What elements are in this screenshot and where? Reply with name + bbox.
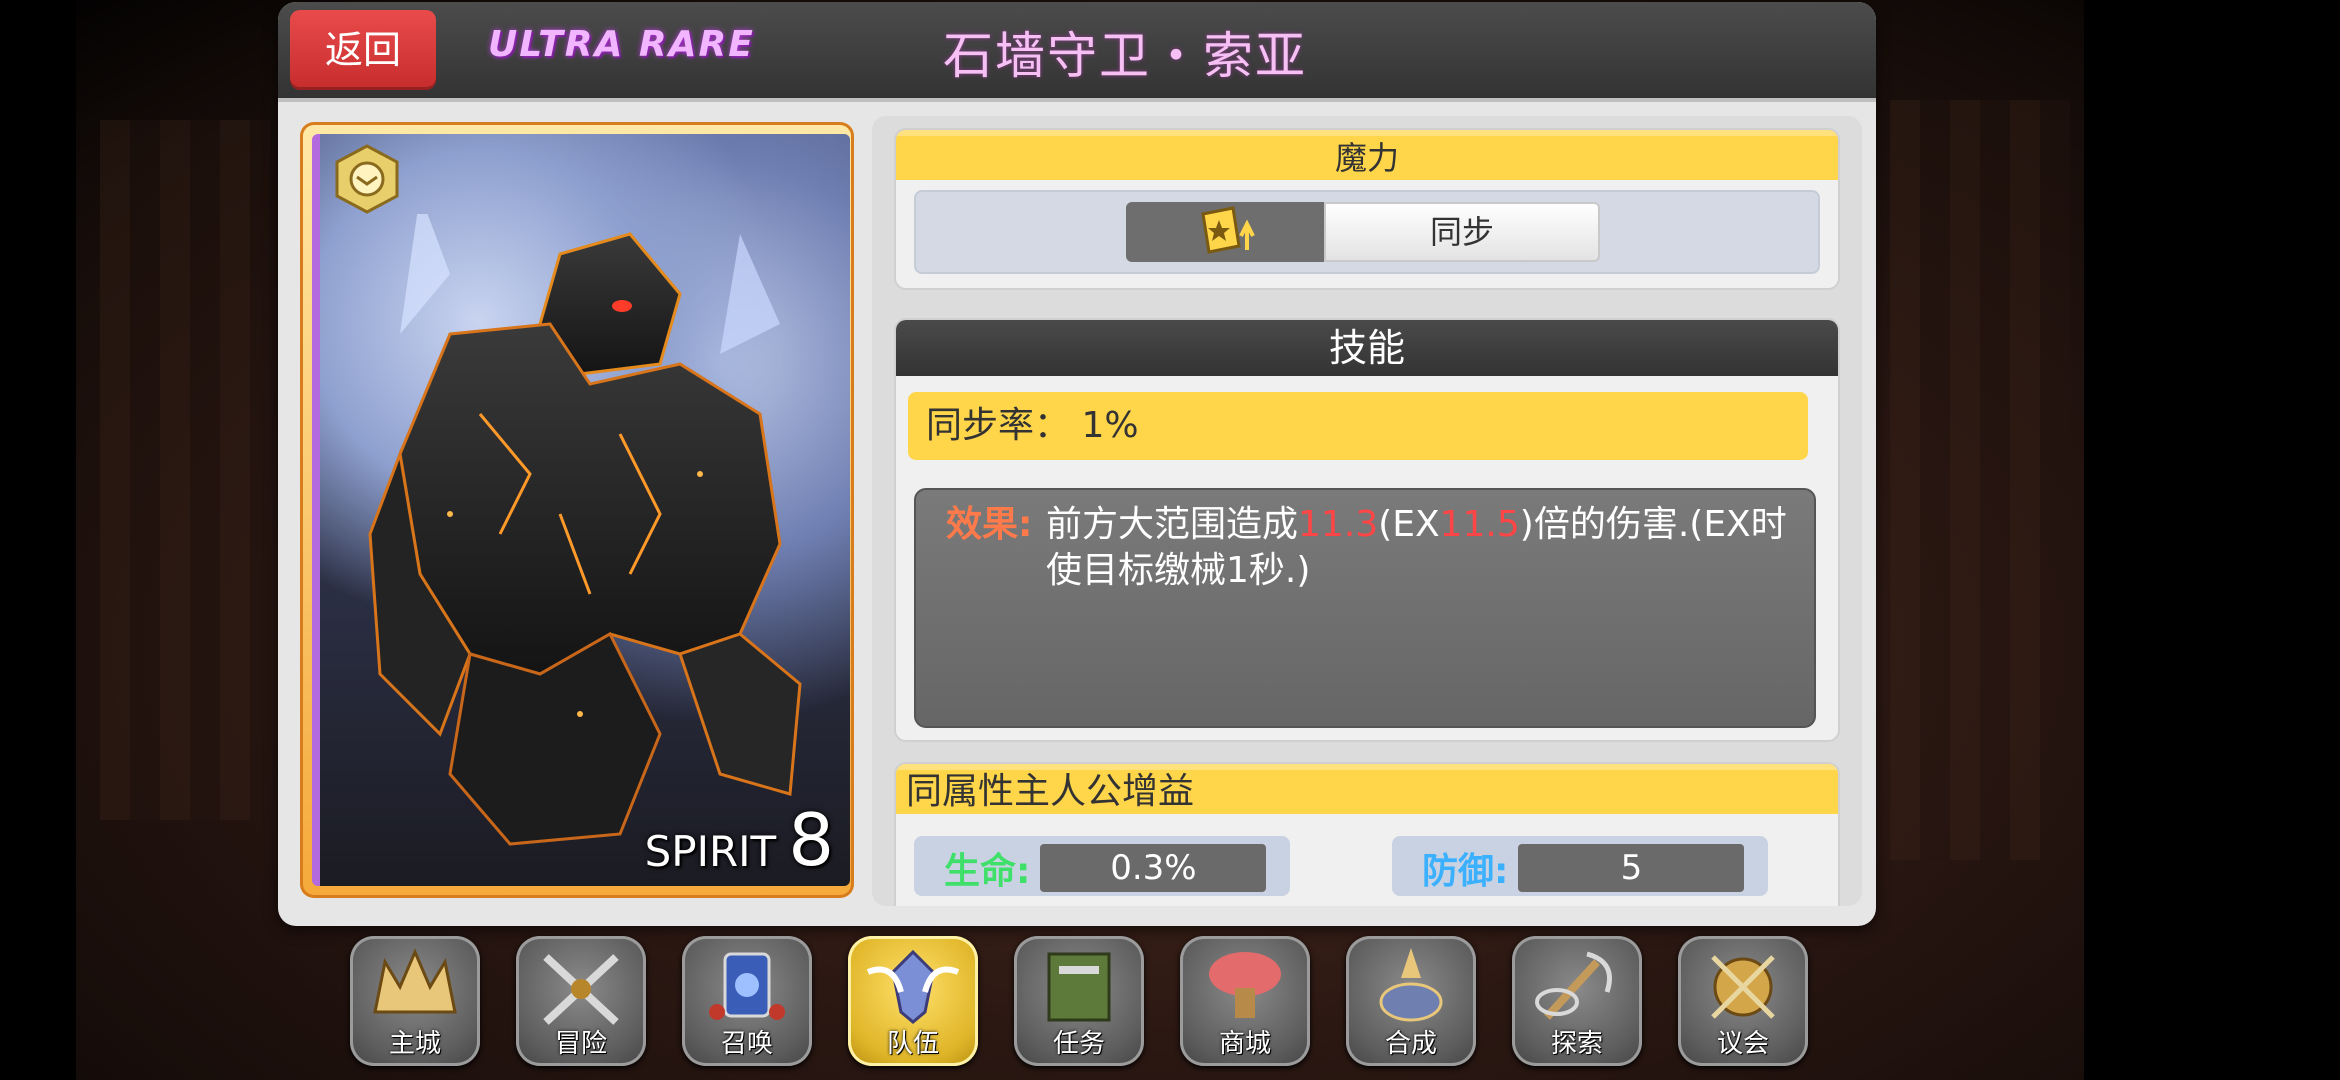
star-up-toggle[interactable] [1126,202,1324,262]
star-up-icon [1201,206,1255,254]
nav-item-craft[interactable]: 合成 [1346,936,1476,1066]
effect-text-part: 前方大范围造成 [1046,504,1299,545]
background-shelf [1890,100,2070,860]
nav-item-quest[interactable]: 任务 [1014,936,1144,1066]
nav-label: 合成 [1384,1029,1437,1059]
nav-item-main-city[interactable]: 主城 [350,936,480,1066]
nav-item-explore[interactable]: 探索 [1512,936,1642,1066]
explore-icon [1535,951,1612,1020]
nav-label: 议会 [1716,1029,1769,1059]
golem-illustration [368,214,802,846]
skill-title: 技能 [896,320,1838,376]
nav-label: 冒险 [554,1029,607,1059]
craft-icon [1379,948,1443,1022]
team-icon [866,949,960,1024]
magic-toggle: 同步 [914,190,1820,274]
nav-label: 主城 [388,1029,441,1059]
game-screen: 返回 ULTRA RARE 石墙守卫・索亚 SPIRIT 8 魔力 同步 技能 … [0,0,2340,1080]
nav-item-team[interactable]: 队伍 [848,936,978,1066]
nav-label: 队伍 [886,1029,939,1059]
skill-section: 技能 同步率： 1% 效果: 前方大范围造成11.3(EX11.5)倍的伤害.(… [894,318,1840,742]
cards-icon [709,952,785,1020]
buff-section: 同属性主人公增益 生命: 0.3% 防御: 5 [894,762,1840,906]
nav-label: 召唤 [720,1029,773,1059]
nav-item-adventure[interactable]: 冒险 [516,936,646,1066]
def-buff: 防御: 5 [1422,844,1745,892]
card-detail-panel: 返回 ULTRA RARE 石墙守卫・索亚 SPIRIT 8 魔力 同步 技能 … [278,2,1876,926]
nav-label: 任务 [1052,1029,1105,1059]
def-value: 5 [1518,844,1745,892]
nav-item-shop[interactable]: 商城 [1180,936,1310,1066]
sync-rate: 同步率： 1% [908,392,1808,460]
hp-value: 0.3% [1040,844,1267,892]
magic-title: 魔力 [896,130,1838,180]
nav-item-council[interactable]: 议会 [1678,936,1808,1066]
spirit-indicator: SPIRIT 8 [645,804,834,876]
card-frame[interactable]: SPIRIT 8 [300,122,854,898]
back-button[interactable]: 返回 [290,10,436,90]
effect-label: 效果: [946,504,1033,545]
element-emblem-icon [335,144,399,214]
effect-text: 前方大范围造成11.3(EX11.5)倍的伤害.(EX时使目标缴械1秒.) [1046,502,1790,594]
swords-icon [543,954,619,1025]
nav-label: 探索 [1550,1029,1603,1059]
sync-toggle[interactable]: 同步 [1324,202,1600,262]
magic-section: 魔力 同步 [894,128,1840,290]
council-icon [1711,955,1775,1019]
def-label: 防御: [1422,851,1509,892]
effect-text-part: (EX [1378,504,1440,545]
spirit-label: SPIRIT [644,827,777,876]
hp-buff: 生命: 0.3% [944,844,1267,892]
buff-title: 同属性主人公增益 [896,764,1838,814]
bottom-nav: 主城 冒险 召唤 队伍 任务 商城 合成 探索 议会 [350,936,1808,1070]
nav-label: 商城 [1218,1029,1271,1059]
panel-header: 返回 ULTRA RARE 石墙守卫・索亚 [278,2,1876,102]
letterbox-right [2084,0,2340,1080]
background-shelf [100,120,270,820]
card-name: 石墙守卫・索亚 [943,27,1307,85]
castle-icon [373,948,457,1014]
book-icon [1047,952,1111,1022]
skill-effect: 效果: 前方大范围造成11.3(EX11.5)倍的伤害.(EX时使目标缴械1秒.… [914,488,1816,728]
spirit-value: 8 [788,798,834,882]
letterbox-left [0,0,76,1080]
effect-multiplier: 11.3 [1298,504,1379,545]
effect-ex-multiplier: 11.5 [1439,504,1520,545]
info-column: 魔力 同步 技能 同步率： 1% 效果: 前方大范围造成11.3(EX11.5)… [872,116,1862,906]
card-art: SPIRIT 8 [312,134,850,886]
shop-icon [1209,952,1281,1018]
nav-item-summon[interactable]: 召唤 [682,936,812,1066]
rarity-label: ULTRA RARE [488,24,755,65]
hp-label: 生命: [944,851,1031,892]
